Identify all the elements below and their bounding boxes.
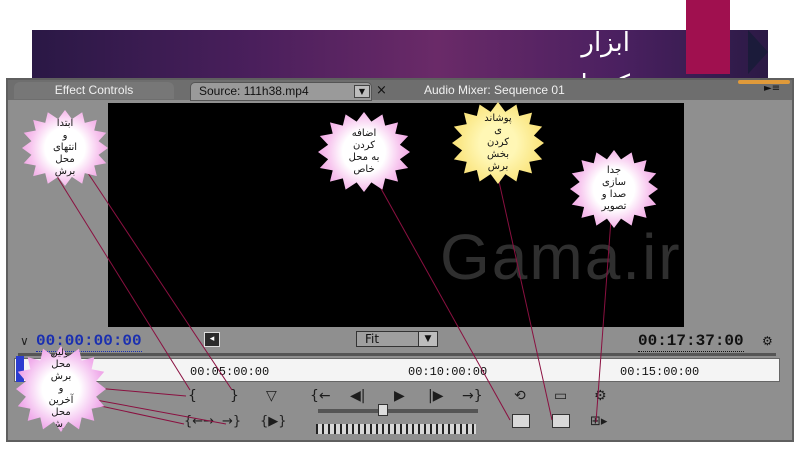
ruler-tick: 00:15:00:00 (620, 365, 700, 379)
collapse-icon[interactable]: ∨ (20, 334, 29, 348)
callout-goto-in-out: اولین محل برش و آخرین محل برش (16, 346, 106, 432)
safe-margins-icon[interactable]: ▭ (554, 388, 567, 404)
playhead[interactable] (16, 356, 24, 382)
step-forward-icon[interactable]: |▶ (428, 388, 443, 404)
insert-icon[interactable] (512, 414, 530, 428)
take-audio-video-icon[interactable]: ⊞▸ (590, 414, 607, 429)
title-band (32, 30, 768, 78)
zoom-scroll-bar[interactable] (18, 353, 776, 356)
play-icon[interactable]: ▶ (394, 388, 405, 404)
close-icon[interactable]: × (376, 83, 387, 98)
output-icon[interactable]: ⚙ (594, 388, 607, 404)
tab-effect-controls[interactable]: Effect Controls (14, 82, 174, 99)
tab-source[interactable]: Source: 111h38.mp4 (190, 82, 372, 101)
duration-timecode: 00:17:37:00 (638, 332, 744, 352)
step-back-icon[interactable]: ◀| (350, 388, 365, 404)
tab-source-label: Source: 111h38.mp4 (199, 84, 309, 98)
zoom-select-value: Fit (365, 332, 380, 346)
jog-disk[interactable] (316, 424, 476, 434)
ruler-tick: 00:05:00:00 (190, 365, 270, 379)
ruler-tick: 00:10:00:00 (408, 365, 488, 379)
chevron-down-icon[interactable]: ▼ (418, 332, 437, 346)
drag-video-icon[interactable]: ◂ (204, 332, 220, 347)
loop-icon[interactable]: ⟲ (514, 388, 526, 404)
watermark: Gama.ir (440, 221, 682, 293)
accent-bar (686, 0, 730, 74)
goto-previous-in-icon[interactable]: {←→ (184, 414, 214, 429)
tab-audio-mixer[interactable]: Audio Mixer: Sequence 01 (424, 82, 624, 99)
callout-insert: اضافه کردن به محل خاص (318, 112, 410, 192)
mark-in-icon[interactable]: { (188, 388, 197, 404)
shuttle-knob[interactable] (378, 404, 388, 416)
overlay-icon[interactable] (552, 414, 570, 428)
goto-in-icon[interactable]: {← (310, 388, 331, 404)
callout-in-out-points: ابتدا و انتهای محل برش (22, 110, 108, 186)
goto-out-icon[interactable]: →} (462, 388, 483, 404)
current-timecode[interactable]: 00:00:00:00 (36, 332, 142, 352)
callout-overlay: پوشاند ی کردن بخش برش (452, 102, 544, 184)
play-in-to-out-icon[interactable]: {▶} (260, 414, 287, 429)
accent-triangle (748, 30, 768, 74)
wrench-icon[interactable]: ⚙ (762, 334, 773, 348)
source-clip-dropdown[interactable]: ▼ (354, 85, 370, 98)
panel-menu-icon[interactable]: ►≡ (764, 83, 780, 94)
goto-next-out-icon[interactable]: →} (222, 414, 241, 429)
shuttle-slider[interactable] (318, 409, 478, 413)
callout-separate-audio-video: جدا سازی صدا و تصویر (570, 150, 658, 228)
mark-out-icon[interactable]: } (230, 388, 239, 404)
unnumbered-marker-icon[interactable]: ▽ (266, 388, 277, 404)
